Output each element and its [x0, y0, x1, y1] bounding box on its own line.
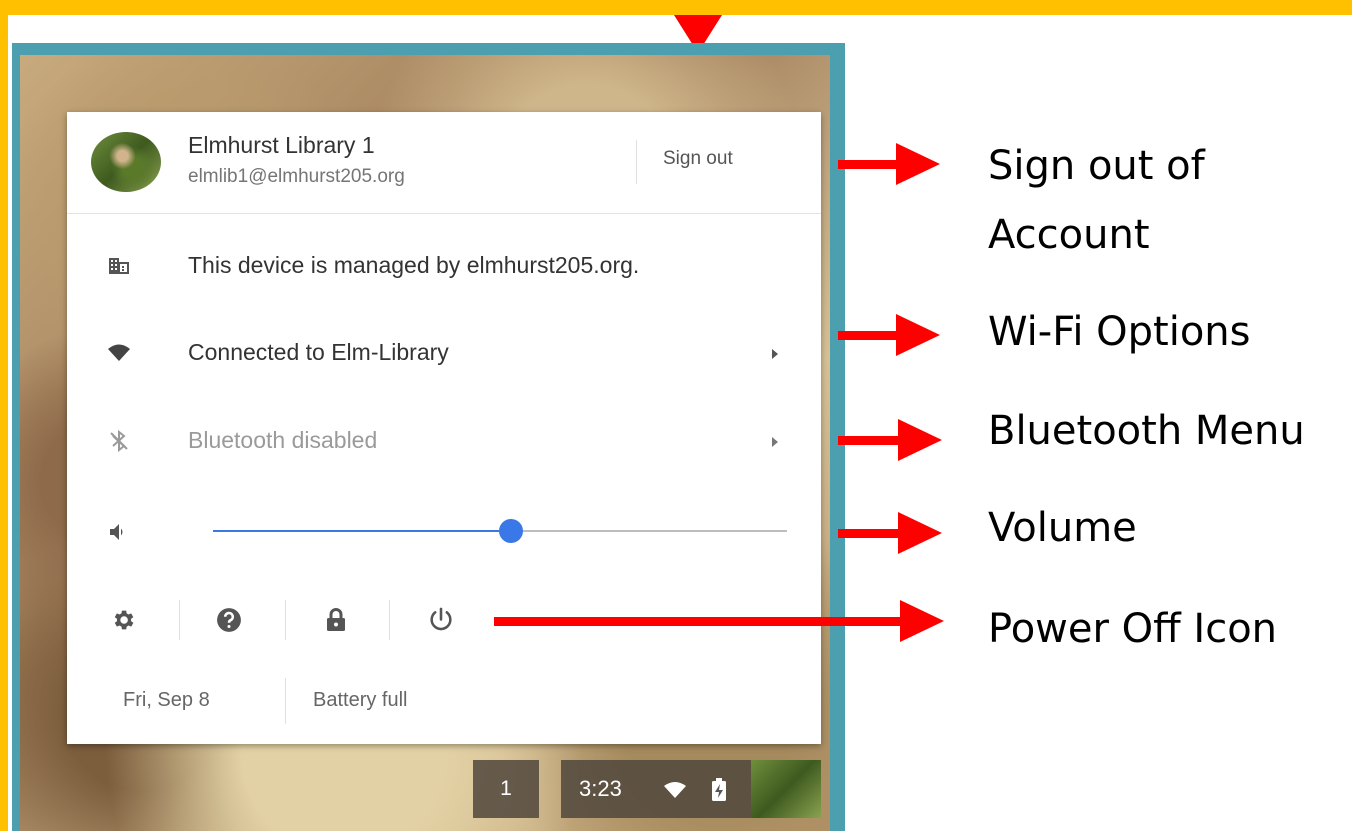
help-icon — [217, 608, 241, 632]
volume-slider-thumb[interactable] — [499, 519, 524, 543]
divider — [285, 600, 286, 640]
volume-icon[interactable] — [107, 520, 131, 544]
managed-device-text: This device is managed by elmhurst205.or… — [188, 252, 640, 278]
divider — [285, 678, 286, 724]
wifi-status-text: Connected to Elm-Library — [188, 339, 449, 365]
footer-row: Fri, Sep 8 Battery full — [67, 675, 821, 730]
chevron-right-icon — [772, 349, 778, 359]
gear-icon — [114, 610, 134, 630]
lock-button[interactable] — [320, 604, 352, 636]
volume-slider[interactable] — [213, 519, 787, 543]
volume-slider-fill — [213, 530, 512, 532]
shelf-status-area[interactable]: 3:23 — [561, 760, 751, 818]
annotation-sign-out-line1: Sign out of — [988, 143, 1205, 189]
annotation-arrow-shaft — [494, 617, 902, 626]
power-button[interactable] — [425, 604, 457, 636]
power-icon — [430, 607, 452, 631]
lock-icon — [327, 608, 345, 631]
annotation-sign-out-line2: Account — [988, 212, 1150, 258]
wifi-row[interactable]: Connected to Elm-Library — [67, 313, 821, 393]
user-avatar — [91, 132, 161, 192]
divider — [636, 140, 637, 184]
bluetooth-disabled-icon — [110, 429, 128, 453]
divider — [389, 600, 390, 640]
shelf-clock: 3:23 — [579, 776, 622, 801]
battery-status[interactable]: Battery full — [313, 689, 407, 712]
date-label[interactable]: Fri, Sep 8 — [123, 689, 210, 712]
user-email: elmlib1@elmhurst205.org — [188, 166, 405, 187]
help-button[interactable] — [213, 604, 245, 636]
user-name: Elmhurst Library 1 — [188, 132, 375, 158]
bluetooth-status-text: Bluetooth disabled — [188, 427, 378, 453]
wifi-icon — [664, 782, 686, 798]
annotation-arrow-head — [898, 419, 942, 461]
settings-button[interactable] — [107, 604, 139, 636]
annotation-arrow-head — [896, 314, 940, 356]
yellow-frame-top — [0, 0, 1352, 15]
annotation-power: Power Off Icon — [988, 606, 1278, 652]
annotation-volume: Volume — [988, 505, 1137, 551]
annotation-arrow-head — [900, 600, 944, 642]
bluetooth-row[interactable]: Bluetooth disabled — [67, 401, 821, 481]
divider — [179, 600, 180, 640]
annotation-arrow-head — [898, 512, 942, 554]
volume-row — [67, 496, 821, 566]
yellow-frame-left — [0, 0, 8, 831]
managed-device-row: This device is managed by elmhurst205.or… — [67, 226, 821, 306]
shelf-user-avatar[interactable] — [751, 760, 821, 818]
annotation-arrow-shaft — [838, 331, 898, 340]
business-icon — [109, 258, 129, 274]
battery-icon — [712, 778, 726, 801]
sign-out-button[interactable]: Sign out — [663, 148, 733, 170]
user-row: Elmhurst Library 1 elmlib1@elmhurst205.o… — [67, 112, 821, 214]
system-tray-panel: Elmhurst Library 1 elmlib1@elmhurst205.o… — [67, 112, 821, 744]
wifi-icon — [108, 344, 130, 361]
annotation-bluetooth: Bluetooth Menu — [988, 408, 1305, 454]
annotation-arrow-shaft — [838, 160, 898, 169]
annotation-arrow-shaft — [838, 436, 900, 445]
shelf-window-counter[interactable]: 1 — [473, 760, 539, 818]
annotation-arrow-head — [896, 143, 940, 185]
annotation-arrow-shaft — [838, 529, 900, 538]
chevron-right-icon — [772, 437, 778, 447]
annotation-wifi: Wi-Fi Options — [988, 309, 1251, 355]
